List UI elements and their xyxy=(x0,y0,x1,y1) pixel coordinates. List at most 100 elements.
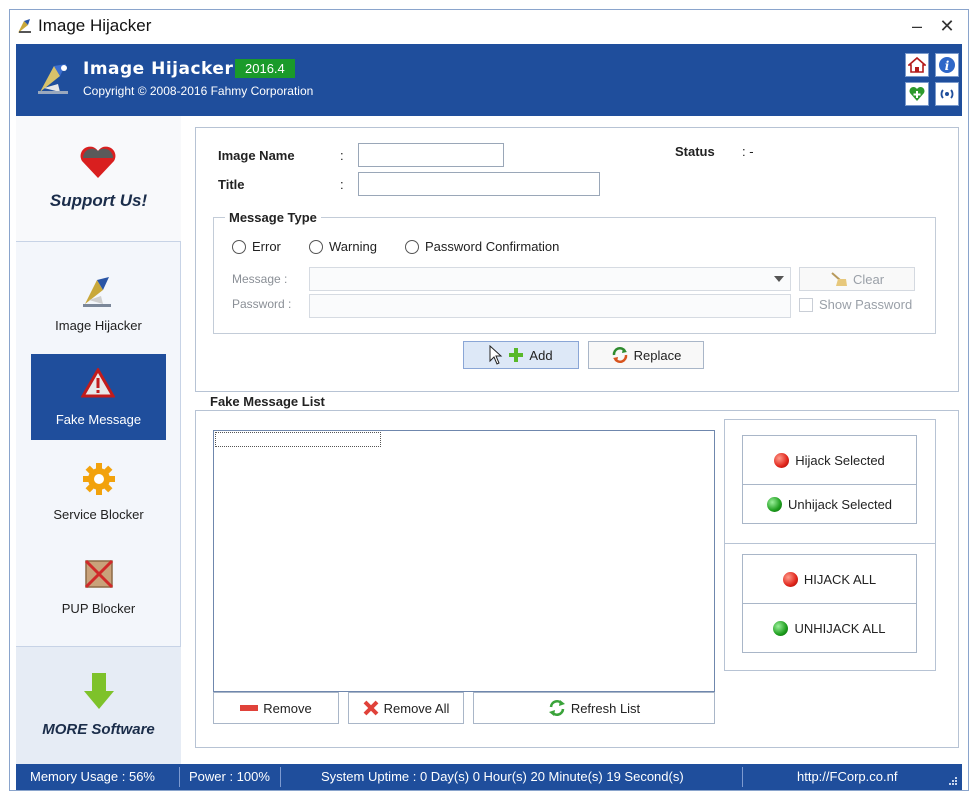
nav-image-hijacker[interactable]: Image Hijacker xyxy=(31,260,166,346)
donate-button[interactable] xyxy=(905,82,929,106)
password-label: Password : xyxy=(232,297,292,311)
gear-icon xyxy=(83,463,115,495)
nav-label: Service Blocker xyxy=(53,507,144,522)
status-value: : - xyxy=(742,144,754,159)
status-separator xyxy=(179,767,180,787)
nav-label: PUP Blocker xyxy=(61,601,136,616)
radio-label: Error xyxy=(252,239,281,254)
app-window: Image Hijacker – ✕ Image Hijacker 2016.4… xyxy=(9,9,969,791)
unhijack-selected-button[interactable]: Unhijack Selected xyxy=(742,484,917,524)
header-banner: Image Hijacker 2016.4 Copyright © 2008-2… xyxy=(16,44,962,116)
window-title: Image Hijacker xyxy=(38,16,152,35)
memory-usage: Memory Usage : 56% xyxy=(30,769,155,784)
radio-circle xyxy=(309,239,323,254)
status-bar: Memory Usage : 56% Power : 100% System U… xyxy=(16,764,962,790)
pup-blocker-icon xyxy=(84,559,114,589)
app-icon xyxy=(18,19,31,33)
copyright-text: Copyright © 2008-2016 Fahmy Corporation xyxy=(83,84,314,98)
clear-label: Clear xyxy=(852,271,885,287)
version-badge: 2016.4 xyxy=(235,59,295,78)
more-software-label: MORE Software xyxy=(42,721,155,738)
download-arrow-icon xyxy=(84,673,114,709)
hijack-selected-button[interactable]: Hijack Selected xyxy=(742,435,917,485)
refresh-list-button[interactable]: Refresh List xyxy=(473,692,715,724)
hijack-all-button[interactable]: HIJACK ALL xyxy=(742,554,917,604)
website-link[interactable]: http://FCorp.co.nf xyxy=(797,764,897,790)
show-password-checkbox[interactable]: Show Password xyxy=(799,297,912,312)
radio-error[interactable]: Error xyxy=(232,239,281,254)
image-name-label: Image Name xyxy=(218,148,295,163)
info-button[interactable]: i xyxy=(935,53,959,77)
message-type-title: Message Type xyxy=(225,210,321,225)
home-button[interactable] xyxy=(905,53,929,77)
green-dot-icon xyxy=(766,496,782,512)
refresh-icon xyxy=(548,700,565,716)
info-icon: i xyxy=(939,57,955,73)
system-uptime: System Uptime : 0 Day(s) 0 Hour(s) 20 Mi… xyxy=(321,769,684,784)
hijacker-icon xyxy=(83,277,111,307)
svg-text:i: i xyxy=(945,59,950,73)
support-us-button[interactable]: Support Us! xyxy=(16,116,181,242)
support-us-label: Support Us! xyxy=(49,191,148,210)
sidebar: Support Us! Image Hijacker Fake Message xyxy=(16,116,181,764)
heart-plus-icon xyxy=(909,86,925,101)
radio-warning[interactable]: Warning xyxy=(309,239,377,254)
replace-icon xyxy=(612,347,627,363)
replace-button[interactable]: Replace xyxy=(588,341,704,369)
refresh-list-label: Refresh List xyxy=(570,700,641,716)
unhijack-selected-label: Unhijack Selected xyxy=(787,496,893,512)
chevron-down-icon xyxy=(774,276,784,282)
resize-grip-icon[interactable] xyxy=(948,776,958,786)
heart-icon xyxy=(80,146,116,178)
add-button[interactable]: Add xyxy=(463,341,579,369)
show-password-label: Show Password xyxy=(819,297,913,312)
remove-all-button[interactable]: Remove All xyxy=(348,692,464,724)
colon: : xyxy=(340,148,344,163)
green-dot-icon xyxy=(773,620,789,636)
remove-button[interactable]: Remove xyxy=(213,692,339,724)
message-label: Message : xyxy=(232,272,288,286)
radio-label: Password Confirmation xyxy=(425,239,560,254)
radio-circle xyxy=(232,239,246,254)
minus-icon xyxy=(240,705,259,711)
add-label: Add xyxy=(529,347,553,363)
checkbox-box xyxy=(799,297,813,312)
radio-circle xyxy=(405,239,419,254)
minimize-button[interactable]: – xyxy=(905,14,929,38)
title-input[interactable] xyxy=(358,172,600,196)
password-input[interactable] xyxy=(309,294,791,318)
colon: : xyxy=(340,177,344,192)
red-dot-icon xyxy=(774,452,790,468)
nav-pup-blocker[interactable]: PUP Blocker xyxy=(31,543,166,629)
title-label: Title xyxy=(218,177,245,192)
focus-row xyxy=(215,432,381,447)
status-separator xyxy=(742,767,743,787)
web-button[interactable] xyxy=(935,82,959,106)
fake-message-list-title: Fake Message List xyxy=(206,394,329,409)
status-label: Status xyxy=(675,144,715,159)
image-name-input[interactable] xyxy=(358,143,504,167)
nav-label: Image Hijacker xyxy=(55,318,142,333)
red-dot-icon xyxy=(782,571,798,587)
unhijack-all-button[interactable]: UNHIJACK ALL xyxy=(742,603,917,653)
hijack-all-label: HIJACK ALL xyxy=(803,571,877,587)
warning-icon xyxy=(81,368,115,398)
fake-message-listbox[interactable] xyxy=(213,430,715,692)
more-software-button[interactable]: MORE Software xyxy=(16,646,181,764)
remove-label: Remove xyxy=(263,700,312,716)
radio-label: Warning xyxy=(329,239,377,254)
message-combobox[interactable] xyxy=(309,267,791,291)
radio-password-confirmation[interactable]: Password Confirmation xyxy=(405,239,559,254)
power-status: Power : 100% xyxy=(189,769,270,784)
unhijack-all-label: UNHIJACK ALL xyxy=(794,620,886,636)
nav-fake-message[interactable]: Fake Message xyxy=(31,354,166,440)
clear-button[interactable]: Clear xyxy=(799,267,915,291)
remove-all-label: Remove All xyxy=(383,700,450,716)
nav-service-blocker[interactable]: Service Blocker xyxy=(31,449,166,535)
status-separator xyxy=(280,767,281,787)
x-icon xyxy=(363,700,379,716)
close-button[interactable]: ✕ xyxy=(935,14,959,38)
cursor-icon xyxy=(489,345,503,365)
app-name: Image Hijacker xyxy=(83,59,234,79)
replace-label: Replace xyxy=(633,347,682,363)
